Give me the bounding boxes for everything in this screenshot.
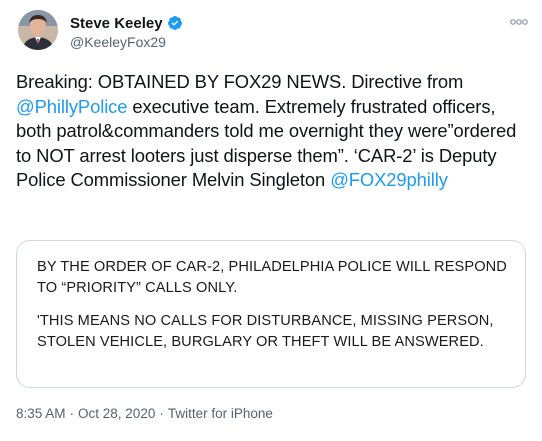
tweet-time[interactable]: 8:35 AM — [16, 406, 66, 421]
author-handle[interactable]: @KeeleyFox29 — [70, 34, 183, 50]
author-block: Steve Keeley @KeeleyFox29 — [70, 14, 183, 50]
mention-fox29philly[interactable]: @FOX29philly — [330, 169, 448, 190]
tweet-source[interactable]: Twitter for iPhone — [168, 406, 273, 421]
more-options-icon[interactable] — [510, 14, 528, 25]
meta-separator-1: · — [69, 406, 75, 421]
tweet-text-part1: Breaking: OBTAINED BY FOX29 NEWS. Direct… — [16, 71, 464, 92]
tweet-date[interactable]: Oct 28, 2020 — [78, 406, 155, 421]
display-name[interactable]: Steve Keeley — [70, 15, 163, 32]
meta-separator-2: · — [159, 406, 164, 421]
mention-philly-police[interactable]: @PhillyPolice — [16, 96, 128, 117]
avatar[interactable] — [18, 10, 58, 50]
verified-badge-icon — [167, 15, 183, 31]
tweet: Steve Keeley @KeeleyFox29 Breaking: OBTA… — [0, 0, 542, 441]
media-card[interactable]: BY THE ORDER OF CAR-2, PHILADELPHIA POLI… — [16, 240, 526, 388]
author-name-row: Steve Keeley — [70, 14, 183, 32]
tweet-text: Breaking: OBTAINED BY FOX29 NEWS. Direct… — [16, 70, 532, 193]
directive-line-1: BY THE ORDER OF CAR-2, PHILADELPHIA POLI… — [37, 259, 507, 296]
profile-photo-icon — [18, 10, 58, 50]
tweet-meta: 8:35 AM · Oct 28, 2020 · Twitter for iPhone — [16, 406, 273, 421]
directive-line-2: 'THIS MEANS NO CALLS FOR DISTURBANCE, MI… — [37, 313, 494, 350]
